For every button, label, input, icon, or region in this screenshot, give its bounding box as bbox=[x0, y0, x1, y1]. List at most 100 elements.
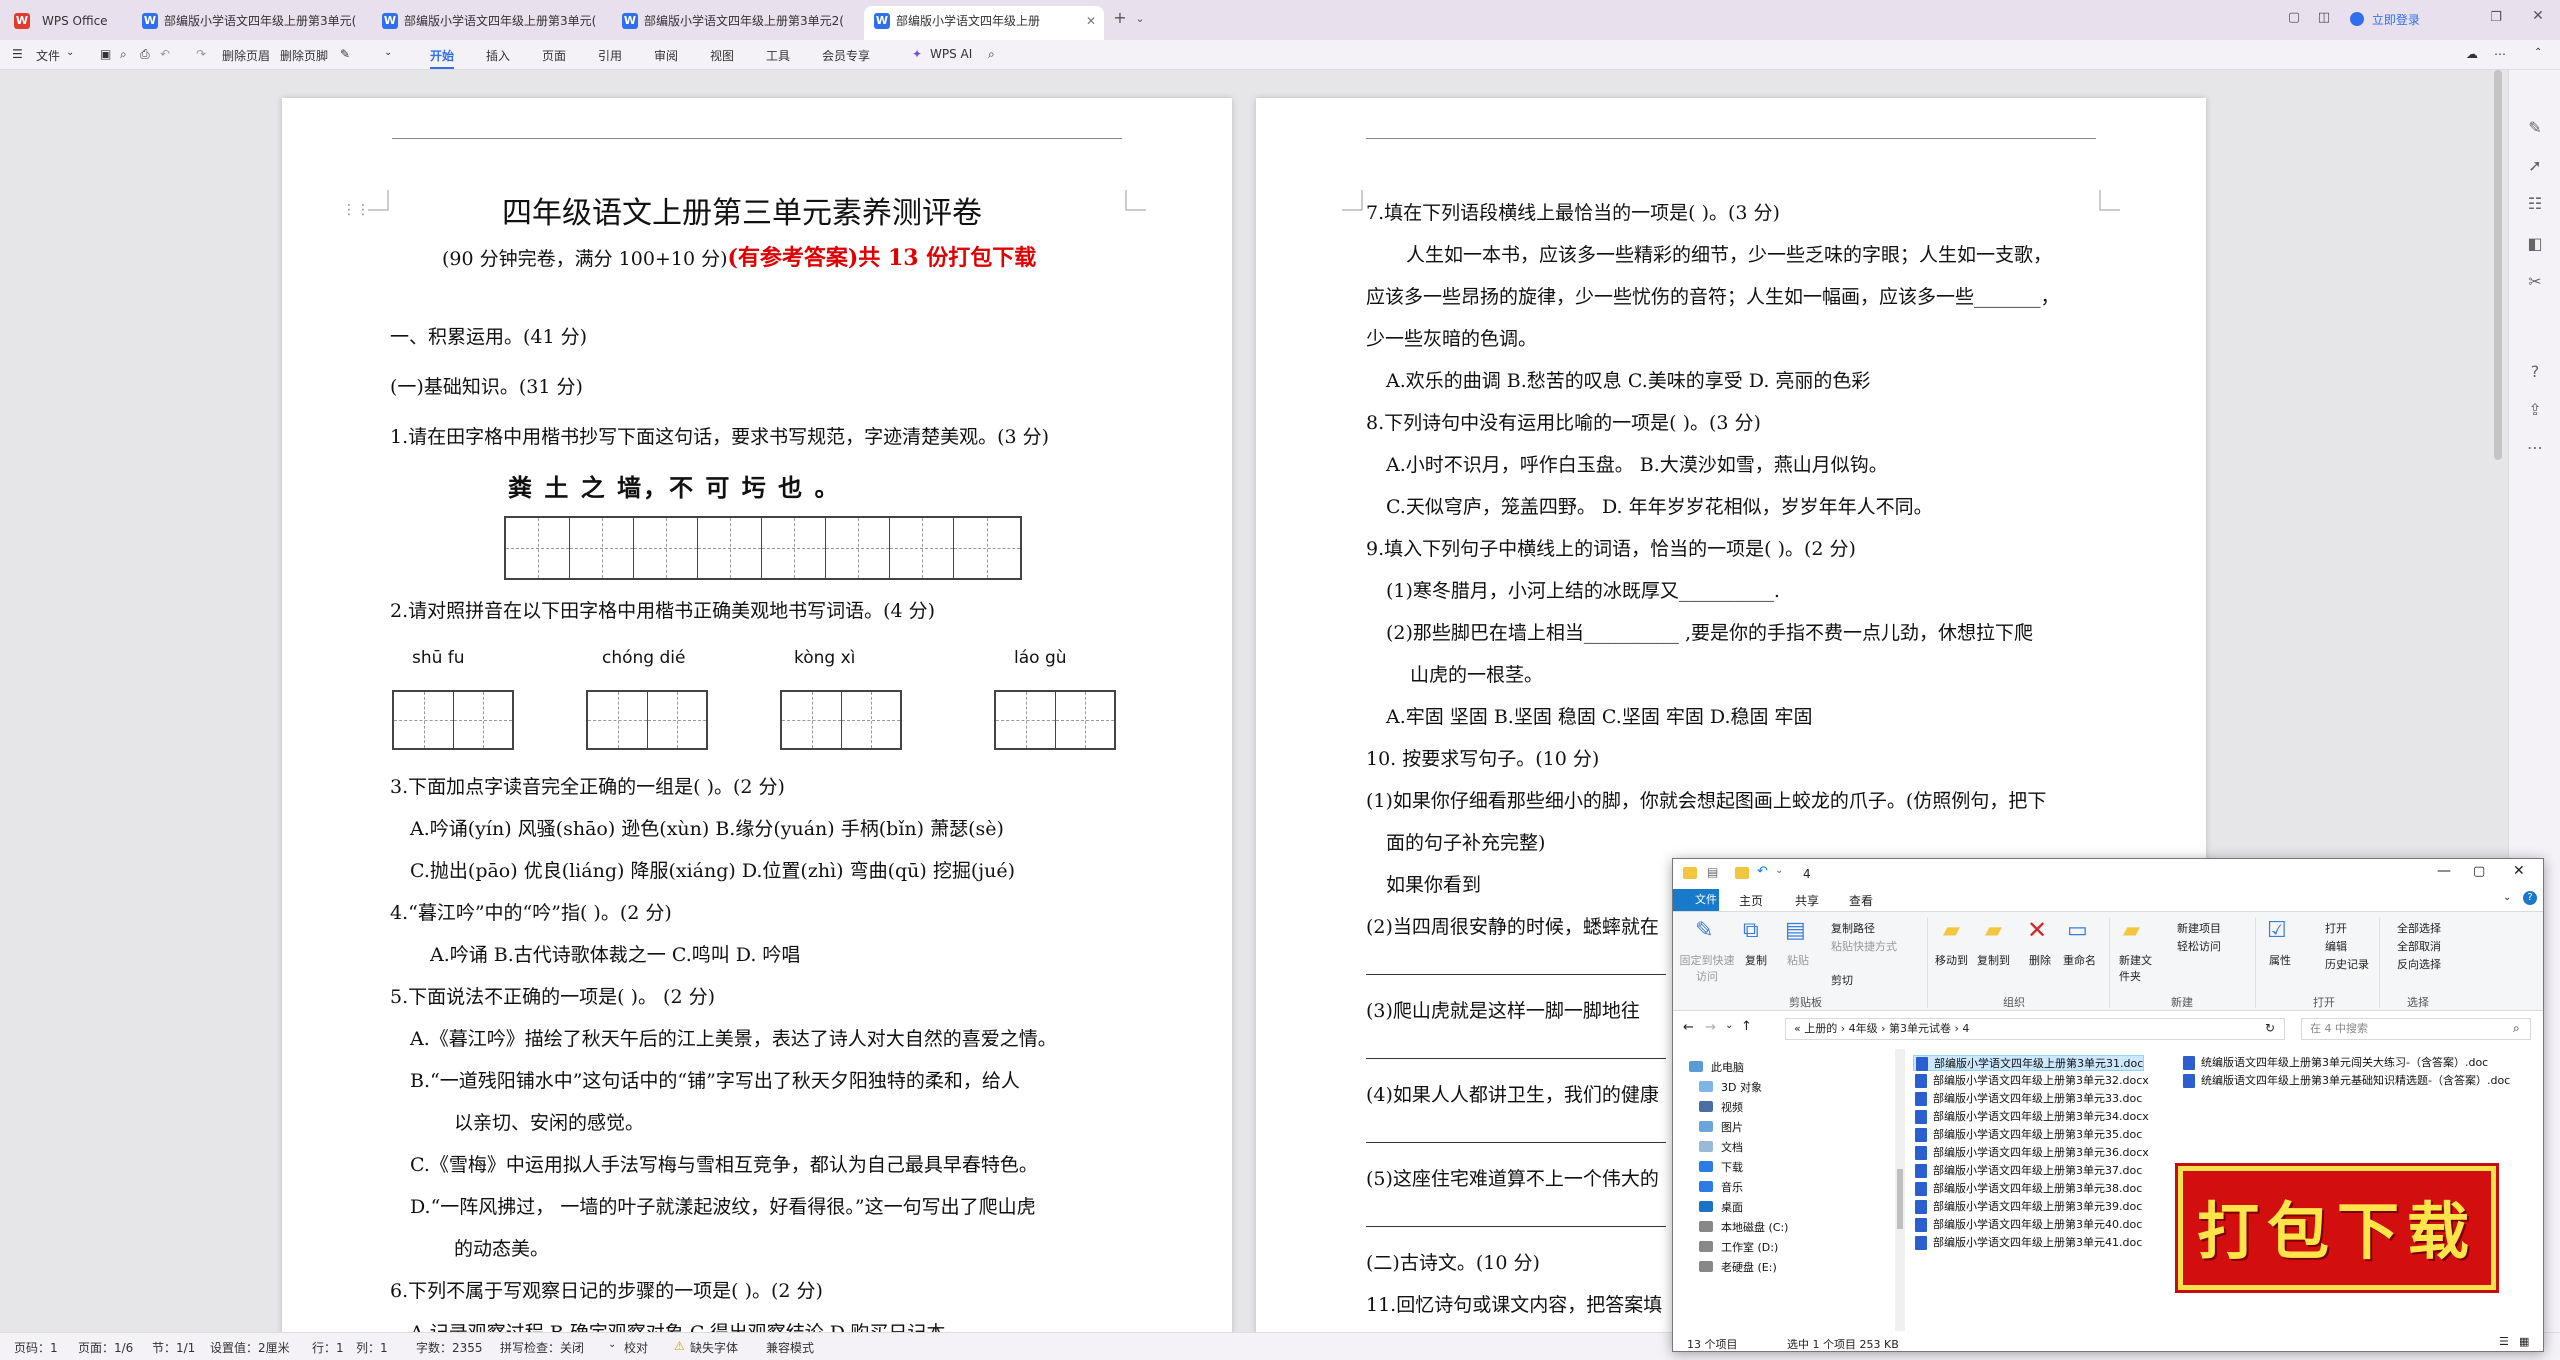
tianzi-grid-laogu[interactable] bbox=[994, 690, 1116, 750]
print-preview-icon[interactable]: ⌕ bbox=[120, 47, 127, 62]
tab-page[interactable]: 页面 bbox=[542, 47, 566, 64]
new-folder-button[interactable]: 新建文件夹 bbox=[2119, 952, 2155, 984]
file-item[interactable]: 部编版小学语文四年级上册第3单元35.doc bbox=[1913, 1127, 2142, 1143]
grid-cell[interactable] bbox=[842, 692, 900, 748]
file-chevron-icon[interactable]: ⌄ bbox=[66, 47, 74, 58]
scrollbar-thumb[interactable] bbox=[2494, 70, 2502, 460]
select-none-button[interactable]: 全部取消 bbox=[2397, 938, 2441, 954]
edit-button[interactable]: 编辑 bbox=[2325, 938, 2347, 954]
menu-icon[interactable]: ☰ bbox=[12, 47, 23, 61]
select-all-button[interactable]: 全部选择 bbox=[2397, 920, 2441, 936]
login-button[interactable]: 立即登录 bbox=[2350, 11, 2420, 28]
file-item[interactable]: 部编版小学语文四年级上册第3单元39.doc bbox=[1913, 1199, 2142, 1215]
file-item[interactable]: 部编版小学语文四年级上册第3单元34.docx bbox=[1913, 1109, 2149, 1125]
file-item[interactable]: 部编版小学语文四年级上册第3单元41.doc bbox=[1913, 1235, 2142, 1251]
open-button[interactable]: 打开 bbox=[2325, 920, 2347, 936]
quick-access-chevron-icon[interactable]: ⌄ bbox=[1775, 865, 1783, 876]
up-icon[interactable]: ↑ bbox=[1741, 1019, 1752, 1034]
tianzi-grid-q1[interactable] bbox=[504, 516, 1022, 580]
nav-this-pc[interactable]: 此电脑 bbox=[1689, 1059, 1744, 1075]
grid-cell[interactable] bbox=[954, 518, 1020, 578]
answer-line[interactable] bbox=[1366, 1058, 1666, 1059]
select-icon[interactable]: ➚ bbox=[2525, 156, 2545, 176]
grid-cell[interactable] bbox=[996, 692, 1056, 748]
nav-videos[interactable]: 视频 bbox=[1699, 1099, 1743, 1115]
more-icon[interactable]: ⋯ bbox=[2525, 438, 2545, 458]
explorer-title-bar[interactable]: ▤ ↶ ⌄ 4 — ▢ ✕ bbox=[1673, 859, 2543, 889]
tab-document-active[interactable]: W 部编版小学语文四年级上册 ✕ bbox=[864, 6, 1104, 40]
undo-icon[interactable]: ↶ bbox=[160, 47, 170, 61]
grid-cell[interactable] bbox=[588, 692, 648, 748]
grid-cell[interactable] bbox=[648, 692, 706, 748]
address-input[interactable]: « 上册的 › 4年级 › 第3单元试卷 › 4 bbox=[1785, 1018, 2285, 1040]
cut-button[interactable]: 剪切 bbox=[1831, 972, 1853, 988]
paste-button[interactable]: 粘贴 bbox=[1787, 952, 1809, 968]
tab-document-1[interactable]: W 部编版小学语文四年级上册第3单元( bbox=[132, 6, 364, 36]
tab-share[interactable]: 共享 bbox=[1795, 892, 1819, 909]
tab-home[interactable]: 主页 bbox=[1739, 892, 1763, 909]
status-missing-font[interactable]: 缺失字体 bbox=[690, 1339, 738, 1356]
cloud-sync-icon[interactable]: ☁ bbox=[2466, 47, 2478, 61]
tab-file[interactable]: 文件 bbox=[1673, 889, 1719, 911]
tab-document-3[interactable]: W 部编版小学语文四年级上册第3单元2( bbox=[612, 6, 856, 36]
help-icon[interactable]: ? bbox=[2525, 362, 2545, 382]
status-proof[interactable]: 校对 bbox=[624, 1339, 648, 1356]
answer-line[interactable] bbox=[1366, 1226, 1666, 1227]
tianzi-grid-kongxi[interactable] bbox=[780, 690, 902, 750]
file-item-selected[interactable]: 部编版小学语文四年级上册第3单元31.doc bbox=[1913, 1055, 2145, 1071]
details-view-icon[interactable]: ☰ bbox=[2499, 1335, 2509, 1348]
large-icons-view-icon[interactable]: ▦ bbox=[2519, 1335, 2529, 1348]
tab-home[interactable]: 开始 bbox=[430, 47, 455, 69]
tianzi-grid-chongdie[interactable] bbox=[586, 690, 708, 750]
file-item[interactable]: 部编版小学语文四年级上册第3单元38.doc bbox=[1913, 1181, 2142, 1197]
ribbon-collapse-chevron-icon[interactable]: ⌄ bbox=[2503, 892, 2511, 903]
tianzi-grid-shufu[interactable] bbox=[392, 690, 514, 750]
tab-insert[interactable]: 插入 bbox=[486, 47, 510, 64]
skin-icon[interactable]: ◫ bbox=[2312, 10, 2336, 25]
nav-music[interactable]: 音乐 bbox=[1699, 1179, 1743, 1195]
tab-wps-office[interactable]: W WPS Office bbox=[4, 6, 124, 36]
nav-downloads[interactable]: 下载 bbox=[1699, 1159, 1743, 1175]
tab-view[interactable]: 查看 bbox=[1849, 892, 1873, 909]
grid-cell[interactable] bbox=[394, 692, 454, 748]
grid-cell[interactable] bbox=[782, 692, 842, 748]
quick-access-properties-icon[interactable]: ▤ bbox=[1707, 865, 1718, 879]
grid-cell[interactable] bbox=[634, 518, 698, 578]
refresh-icon[interactable]: ↻ bbox=[2265, 1021, 2275, 1035]
file-item[interactable]: 部编版小学语文四年级上册第3单元32.docx bbox=[1913, 1073, 2149, 1089]
grid-cell[interactable] bbox=[1056, 692, 1114, 748]
tab-review[interactable]: 审阅 bbox=[654, 47, 678, 64]
grid-cell[interactable] bbox=[698, 518, 762, 578]
answer-line[interactable] bbox=[1366, 1142, 1666, 1143]
edit-icon[interactable]: ✎ bbox=[340, 47, 350, 61]
grid-cell[interactable] bbox=[454, 692, 512, 748]
copy-button[interactable]: 复制 bbox=[1745, 952, 1767, 968]
forward-icon[interactable]: → bbox=[1705, 1020, 1716, 1035]
nav-disk-e[interactable]: 老硬盘 (E:) bbox=[1699, 1259, 1777, 1275]
copy-to-button[interactable]: 复制到 bbox=[1977, 952, 2010, 968]
drag-handle-icon[interactable]: ⋮⋮ bbox=[342, 202, 370, 218]
nav-disk-d[interactable]: 工作室 (D:) bbox=[1699, 1239, 1778, 1255]
nav-pictures[interactable]: 图片 bbox=[1699, 1119, 1743, 1135]
file-item[interactable]: 统编版语文四年级上册第3单元基础知识精选题-（含答案）.doc bbox=[2181, 1073, 2510, 1089]
nav-documents[interactable]: 文档 bbox=[1699, 1139, 1743, 1155]
close-tab-icon[interactable]: ✕ bbox=[1086, 6, 1096, 36]
search-icon[interactable]: ⌕ bbox=[988, 47, 995, 62]
collapse-ribbon-icon[interactable]: ⌃ bbox=[2534, 47, 2542, 58]
close-icon[interactable]: ✕ bbox=[2513, 863, 2525, 879]
grid-cell[interactable] bbox=[506, 518, 570, 578]
search-input[interactable]: 在 4 中搜索 bbox=[2301, 1018, 2531, 1040]
file-menu[interactable]: 文件 bbox=[36, 47, 60, 64]
format-icon[interactable]: ◧ bbox=[2525, 234, 2545, 254]
help-icon[interactable]: ? bbox=[2523, 891, 2537, 905]
status-section[interactable]: 节：1/1 bbox=[152, 1339, 195, 1356]
nav-3d-objects[interactable]: 3D 对象 bbox=[1699, 1079, 1762, 1095]
nav-desktop[interactable]: 桌面 bbox=[1699, 1199, 1743, 1215]
tab-document-2[interactable]: W 部编版小学语文四年级上册第3单元( bbox=[372, 6, 604, 36]
properties-button[interactable]: 属性 bbox=[2269, 952, 2291, 968]
tab-reference[interactable]: 引用 bbox=[598, 47, 622, 64]
document-page-1[interactable]: ⋮⋮ 四年级语文上册第三单元素养测评卷 (90 分钟完卷，满分 100+10 分… bbox=[282, 98, 1232, 1332]
status-word-count[interactable]: 字数：2355 bbox=[416, 1339, 483, 1356]
tab-list-chevron-icon[interactable]: ⌄ bbox=[1128, 12, 1152, 25]
settings-sliders-icon[interactable]: ☷ bbox=[2525, 194, 2545, 214]
